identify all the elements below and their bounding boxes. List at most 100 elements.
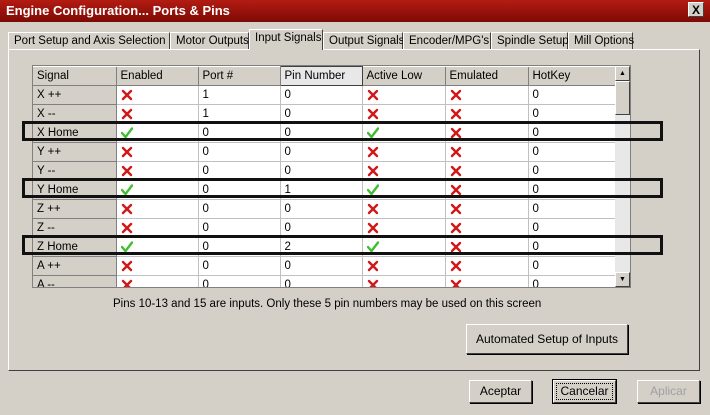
emulated-cell[interactable]: [445, 161, 529, 181]
emulated-cell[interactable]: [445, 275, 529, 287]
signal-row[interactable]: Y ++ 0 0 0: [33, 142, 616, 162]
hotkey-cell[interactable]: 0: [528, 218, 616, 238]
signal-row[interactable]: Y Home 0 1 0: [33, 180, 616, 200]
enabled-cell[interactable]: [116, 256, 199, 276]
tab-port-setup[interactable]: Port Setup and Axis Selection: [8, 32, 170, 50]
emulated-cell[interactable]: [445, 142, 529, 162]
hotkey-cell[interactable]: 0: [528, 142, 616, 162]
pin-number-cell[interactable]: 0: [280, 218, 363, 238]
hotkey-cell[interactable]: 0: [528, 237, 616, 257]
emulated-cell[interactable]: [445, 256, 529, 276]
tab-encoder-mpg[interactable]: Encoder/MPG's: [403, 32, 491, 50]
active-low-cell[interactable]: [362, 85, 446, 105]
port-cell[interactable]: 0: [198, 142, 281, 162]
tab-output-signals[interactable]: Output Signals: [323, 32, 404, 50]
vertical-scrollbar[interactable]: ▲ ▼: [615, 66, 630, 287]
signal-row[interactable]: X -- 1 0 0: [33, 104, 616, 124]
pin-number-cell[interactable]: 0: [280, 104, 363, 124]
signal-cell[interactable]: Z ++: [33, 199, 117, 219]
emulated-cell[interactable]: [445, 199, 529, 219]
emulated-cell[interactable]: [445, 237, 529, 257]
active-low-cell[interactable]: [362, 275, 446, 287]
port-cell[interactable]: 0: [198, 275, 281, 287]
active-low-cell[interactable]: [362, 123, 446, 143]
active-low-cell[interactable]: [362, 161, 446, 181]
port-cell[interactable]: 0: [198, 161, 281, 181]
active-low-cell[interactable]: [362, 218, 446, 238]
active-low-cell[interactable]: [362, 199, 446, 219]
port-cell[interactable]: 0: [198, 256, 281, 276]
emulated-cell[interactable]: [445, 123, 529, 143]
active-low-cell[interactable]: [362, 237, 446, 257]
signal-cell[interactable]: X Home: [33, 123, 117, 143]
emulated-cell[interactable]: [445, 180, 529, 200]
enabled-cell[interactable]: [116, 142, 199, 162]
signal-cell[interactable]: Y Home: [33, 180, 117, 200]
hotkey-cell[interactable]: 0: [528, 161, 616, 181]
pin-number-cell[interactable]: 2: [280, 237, 363, 257]
port-cell[interactable]: 0: [198, 123, 281, 143]
signal-cell[interactable]: Y --: [33, 161, 117, 181]
enabled-cell[interactable]: [116, 199, 199, 219]
automated-setup-button[interactable]: Automated Setup of Inputs: [466, 324, 628, 354]
hotkey-cell[interactable]: 0: [528, 123, 616, 143]
pin-number-cell[interactable]: 0: [280, 275, 363, 287]
hotkey-cell[interactable]: 0: [528, 180, 616, 200]
signal-row[interactable]: A ++ 0 0 0: [33, 256, 616, 276]
hotkey-cell[interactable]: 0: [528, 104, 616, 124]
pin-number-cell[interactable]: 0: [280, 85, 363, 105]
signal-cell[interactable]: A --: [33, 275, 117, 287]
active-low-cell[interactable]: [362, 104, 446, 124]
signal-cell[interactable]: X --: [33, 104, 117, 124]
port-cell[interactable]: 0: [198, 237, 281, 257]
signal-cell[interactable]: X ++: [33, 85, 117, 105]
pin-number-cell[interactable]: 0: [280, 161, 363, 181]
column-header-emulated[interactable]: Emulated: [445, 66, 529, 86]
tab-spindle-setup[interactable]: Spindle Setup: [491, 32, 569, 50]
active-low-cell[interactable]: [362, 180, 446, 200]
signal-row[interactable]: X ++ 1 0 0: [33, 85, 616, 105]
active-low-cell[interactable]: [362, 142, 446, 162]
signal-row[interactable]: Y -- 0 0 0: [33, 161, 616, 181]
signal-row[interactable]: X Home 0 0 0: [33, 123, 616, 143]
signal-row[interactable]: Z ++ 0 0 0: [33, 199, 616, 219]
scroll-thumb[interactable]: [615, 81, 630, 115]
signal-row[interactable]: Z Home 0 2 0: [33, 237, 616, 257]
emulated-cell[interactable]: [445, 104, 529, 124]
scroll-up-arrow-icon[interactable]: ▲: [615, 66, 630, 81]
column-header-hotkey[interactable]: HotKey: [528, 66, 616, 86]
port-cell[interactable]: 0: [198, 199, 281, 219]
column-header-enabled[interactable]: Enabled: [116, 66, 199, 86]
enabled-cell[interactable]: [116, 180, 199, 200]
input-signals-grid[interactable]: Signal Enabled Port # Pin Number Active …: [32, 65, 631, 288]
enabled-cell[interactable]: [116, 237, 199, 257]
column-header-signal[interactable]: Signal: [33, 66, 117, 86]
enabled-cell[interactable]: [116, 218, 199, 238]
column-header-pin-number[interactable]: Pin Number: [279, 66, 363, 86]
signal-cell[interactable]: Y ++: [33, 142, 117, 162]
port-cell[interactable]: 0: [198, 218, 281, 238]
pin-number-cell[interactable]: 0: [280, 142, 363, 162]
signal-cell[interactable]: A ++: [33, 256, 117, 276]
close-button[interactable]: X: [688, 2, 704, 17]
signal-row[interactable]: Z -- 0 0 0: [33, 218, 616, 238]
signal-cell[interactable]: Z Home: [33, 237, 117, 257]
enabled-cell[interactable]: [116, 85, 199, 105]
accept-button[interactable]: Aceptar: [469, 380, 532, 403]
pin-number-cell[interactable]: 0: [280, 256, 363, 276]
active-low-cell[interactable]: [362, 256, 446, 276]
port-cell[interactable]: 1: [198, 85, 281, 105]
column-header-active-low[interactable]: Active Low: [362, 66, 446, 86]
apply-button[interactable]: Aplicar: [637, 380, 700, 403]
pin-number-cell[interactable]: 1: [280, 180, 363, 200]
enabled-cell[interactable]: [116, 275, 199, 287]
cancel-button[interactable]: Cancelar: [553, 380, 616, 403]
port-cell[interactable]: 1: [198, 104, 281, 124]
column-header-port[interactable]: Port #: [198, 66, 281, 86]
port-cell[interactable]: 0: [198, 180, 281, 200]
pin-number-cell[interactable]: 0: [280, 199, 363, 219]
emulated-cell[interactable]: [445, 85, 529, 105]
scroll-down-arrow-icon[interactable]: ▼: [615, 272, 630, 287]
enabled-cell[interactable]: [116, 123, 199, 143]
tab-mill-options[interactable]: Mill Options: [568, 32, 634, 50]
